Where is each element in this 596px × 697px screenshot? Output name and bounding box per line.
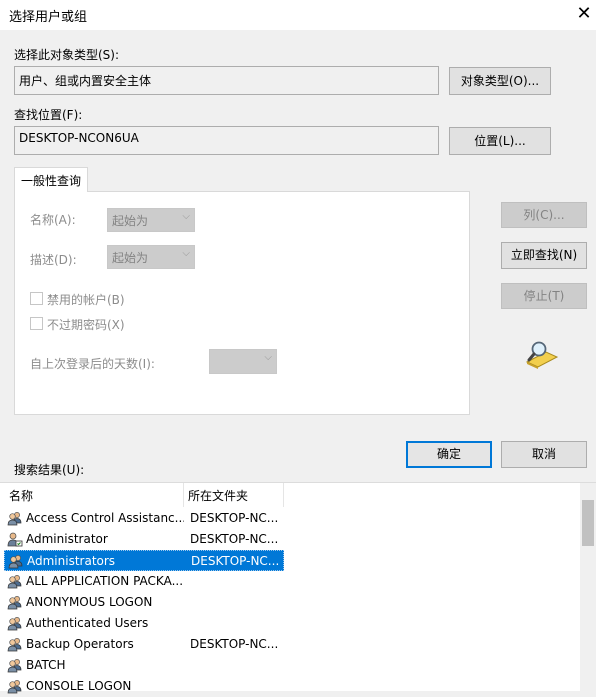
group-icon <box>7 617 22 631</box>
location-field: DESKTOP-NCON6UA <box>14 126 439 155</box>
table-row[interactable]: BATCH <box>4 655 284 676</box>
table-row[interactable]: ALL APPLICATION PACKA... <box>4 571 284 592</box>
row-name: BATCH <box>26 658 66 672</box>
non-expiring-password-checkbox[interactable] <box>30 317 43 330</box>
object-type-label: 选择此对象类型(S): <box>14 48 120 62</box>
row-name: Administrators <box>27 554 116 568</box>
column-header-name[interactable]: 名称 <box>0 483 184 507</box>
group-icon <box>7 575 22 589</box>
group-icon <box>7 512 22 526</box>
tab-common-queries[interactable]: 一般性查询 <box>14 167 88 192</box>
row-folder: DESKTOP-NC... <box>190 637 279 651</box>
row-name: Backup Operators <box>26 637 134 651</box>
group-icon <box>7 680 22 694</box>
group-icon <box>7 638 22 652</box>
group-icon <box>7 596 22 610</box>
search-magnifier-icon <box>525 341 559 369</box>
row-folder: DESKTOP-NC... <box>190 511 279 525</box>
table-row[interactable]: Access Control Assistanc... DESKTOP-NC... <box>4 508 284 529</box>
non-expiring-password-label: 不过期密码(X) <box>47 318 125 332</box>
days-since-logon-label: 自上次登录后的天数(I): <box>30 357 155 371</box>
ok-button[interactable]: 确定 <box>406 441 492 468</box>
description-match-combo[interactable]: 起始为 ⌵ <box>107 245 195 269</box>
table-row[interactable]: Administrators DESKTOP-NC... <box>4 550 284 571</box>
description-label: 描述(D): <box>30 253 77 267</box>
object-types-button[interactable]: 对象类型(O)... <box>449 67 551 95</box>
scrollbar-thumb[interactable] <box>582 500 594 546</box>
description-match-value: 起始为 <box>112 251 149 265</box>
name-label: 名称(A): <box>30 213 76 227</box>
chevron-down-icon: ⌵ <box>264 352 272 363</box>
cancel-button[interactable]: 取消 <box>501 441 587 468</box>
row-name: Authenticated Users <box>26 616 149 630</box>
window-title: 选择用户或组 <box>9 10 88 25</box>
days-since-logon-combo[interactable]: ⌵ <box>209 349 277 374</box>
name-match-combo[interactable]: 起始为 ⌵ <box>107 208 195 232</box>
find-now-button[interactable]: 立即查找(N) <box>501 242 587 269</box>
location-label: 查找位置(F): <box>14 108 83 122</box>
column-header-folder[interactable]: 所在文件夹 <box>184 483 284 507</box>
close-icon[interactable]: ✕ <box>572 2 596 26</box>
chevron-down-icon: ⌵ <box>182 248 190 259</box>
name-match-value: 起始为 <box>112 214 149 228</box>
group-icon <box>8 555 23 569</box>
object-type-field: 用户、组或内置安全主体 <box>14 66 439 95</box>
search-results-label: 搜索结果(U): <box>14 463 85 477</box>
table-row[interactable]: Backup Operators DESKTOP-NC... <box>4 634 284 655</box>
columns-button[interactable]: 列(C)... <box>501 202 587 228</box>
disabled-accounts-checkbox[interactable] <box>30 292 43 305</box>
stop-button[interactable]: 停止(T) <box>501 283 587 309</box>
user-icon <box>7 532 23 547</box>
row-name: Administrator <box>26 532 108 546</box>
title-bar <box>0 0 596 30</box>
locations-button[interactable]: 位置(L)... <box>449 127 551 155</box>
table-row[interactable]: CONSOLE LOGON <box>4 676 284 697</box>
disabled-accounts-label: 禁用的帐户(B) <box>47 293 125 307</box>
table-row[interactable]: Authenticated Users <box>4 613 284 634</box>
chevron-down-icon: ⌵ <box>182 211 190 222</box>
row-folder: DESKTOP-NC... <box>191 554 280 568</box>
row-name: Access Control Assistanc... <box>26 511 184 525</box>
table-row[interactable]: ANONYMOUS LOGON <box>4 592 284 613</box>
row-name: ANONYMOUS LOGON <box>26 595 153 609</box>
group-icon <box>7 659 22 673</box>
search-results-list[interactable]: 名称 所在文件夹 Access Control Assistanc... DESK… <box>0 482 596 694</box>
table-row[interactable]: Administrator DESKTOP-NC... <box>4 529 284 550</box>
row-name: ALL APPLICATION PACKA... <box>26 574 184 588</box>
row-folder: DESKTOP-NC... <box>190 532 279 546</box>
